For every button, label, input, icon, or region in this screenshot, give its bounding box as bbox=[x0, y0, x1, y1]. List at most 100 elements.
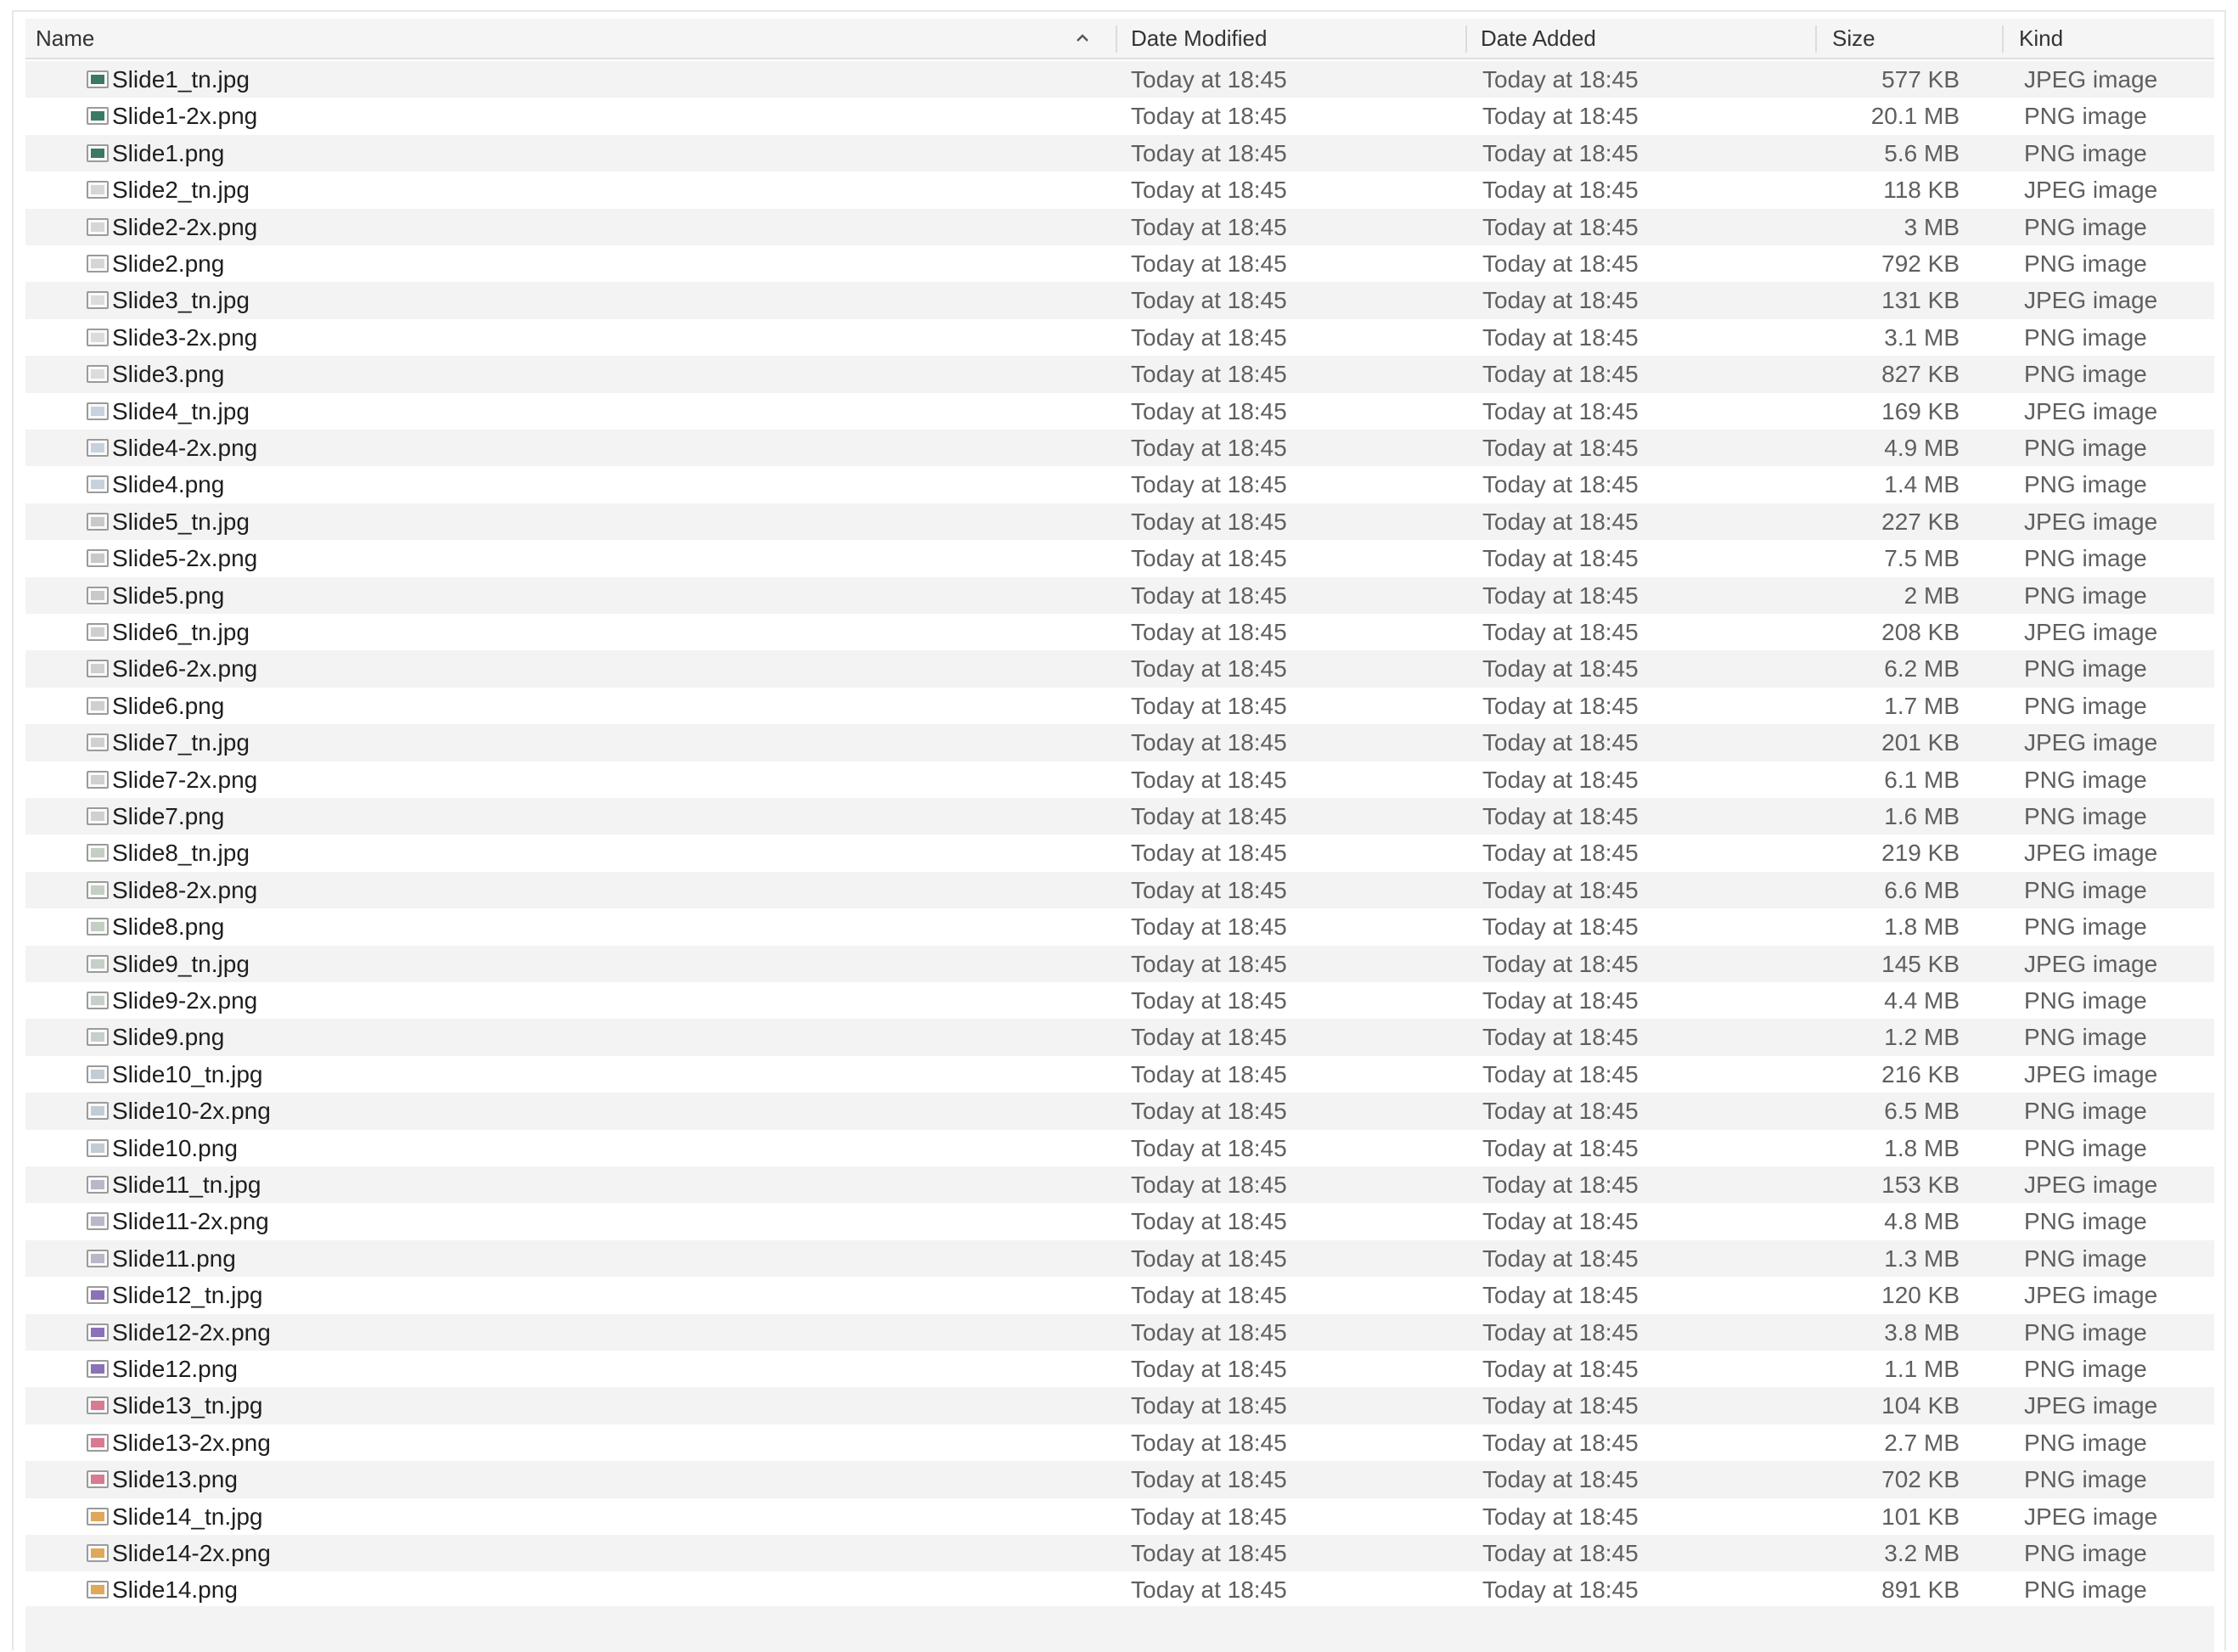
file-row[interactable]: Slide11-2x.png Today at 18:45 Today at 18:… bbox=[25, 1203, 2214, 1240]
file-row[interactable]: Slide10-2x.png Today at 18:45 Today at 18:… bbox=[25, 1093, 2214, 1130]
file-row[interactable]: Slide13-2x.png Today at 18:45 Today at 18:… bbox=[25, 1424, 2214, 1462]
file-size: 3.8 MB bbox=[1884, 1318, 1960, 1346]
file-row[interactable]: Slide3-2x.png Today at 18:45 Today at 18:4… bbox=[25, 318, 2214, 357]
file-size: 6.2 MB bbox=[1884, 655, 1960, 683]
file-name: Slide7-2x.png bbox=[112, 766, 258, 793]
image-file-icon bbox=[87, 1176, 109, 1194]
column-header-name[interactable]: Name bbox=[25, 19, 1116, 58]
file-row[interactable]: Slide9-2x.png Today at 18:45 Today at 18:4… bbox=[25, 982, 2214, 1020]
file-date-added: Today at 18:45 bbox=[1482, 103, 1639, 130]
file-row[interactable]: Slide2-2x.png Today at 18:45 Today at 18:4… bbox=[25, 208, 2214, 245]
file-row[interactable]: Slide1_tn.jpg Today at 18:45 Today at 18:4… bbox=[25, 61, 2214, 98]
file-name: Slide6-2x.png bbox=[112, 655, 258, 683]
file-date-added: Today at 18:45 bbox=[1482, 876, 1639, 903]
image-file-icon bbox=[87, 1212, 109, 1231]
file-row[interactable]: Slide8.png Today at 18:45 Today at 18:45 1.… bbox=[25, 908, 2214, 946]
file-row[interactable]: Slide9_tn.jpg Today at 18:45 Today at 18:4… bbox=[25, 945, 2214, 982]
file-row[interactable]: Slide10.png Today at 18:45 Today at 18:45 1… bbox=[25, 1129, 2214, 1166]
file-date-modified: Today at 18:45 bbox=[1131, 803, 1287, 829]
file-date-added: Today at 18:45 bbox=[1482, 1429, 1639, 1456]
file-row[interactable]: Slide12.png Today at 18:45 Today at 18:45 1… bbox=[25, 1351, 2214, 1388]
file-size: 4.4 MB bbox=[1884, 987, 1960, 1014]
file-row[interactable]: Slide8_tn.jpg Today at 18:45 Today at 18:4… bbox=[25, 834, 2214, 872]
image-file-icon bbox=[87, 1433, 109, 1452]
file-row[interactable]: Slide6-2x.png Today at 18:45 Today at 18:4… bbox=[25, 650, 2214, 688]
file-row[interactable]: Slide1-2x.png Today at 18:45 Today at 18:4… bbox=[25, 98, 2214, 135]
file-date-modified: Today at 18:45 bbox=[1131, 840, 1287, 867]
file-name: Slide4-2x.png bbox=[112, 435, 258, 461]
file-size: 101 KB bbox=[1881, 1503, 1960, 1530]
file-row[interactable]: Slide12-2x.png Today at 18:45 Today at 18:… bbox=[25, 1313, 2214, 1351]
file-thumbnail bbox=[91, 700, 104, 711]
file-date-added: Today at 18:45 bbox=[1482, 435, 1639, 461]
file-date-modified: Today at 18:45 bbox=[1131, 323, 1287, 351]
file-date-added: Today at 18:45 bbox=[1482, 177, 1639, 204]
file-row[interactable]: Slide6.png Today at 18:45 Today at 18:45 1.… bbox=[25, 687, 2214, 725]
file-row[interactable]: Slide4_tn.jpg Today at 18:45 Today at 18:4… bbox=[25, 392, 2214, 430]
file-name: Slide11-2x.png bbox=[112, 1208, 269, 1235]
file-row[interactable]: Slide13.png Today at 18:45 Today at 18:45 7… bbox=[25, 1461, 2214, 1498]
image-file-icon bbox=[87, 1323, 109, 1341]
file-name: Slide11.png bbox=[112, 1245, 236, 1272]
image-file-icon bbox=[87, 992, 109, 1009]
file-row[interactable]: Slide8-2x.png Today at 18:45 Today at 18:4… bbox=[25, 871, 2214, 909]
file-row[interactable]: Slide11_tn.jpg Today at 18:45 Today at 18:… bbox=[25, 1166, 2214, 1204]
file-row[interactable]: Slide7.png Today at 18:45 Today at 18:45 1.… bbox=[25, 798, 2214, 835]
file-date-modified: Today at 18:45 bbox=[1131, 1134, 1287, 1161]
file-date-added: Today at 18:45 bbox=[1482, 1060, 1639, 1087]
image-file-icon bbox=[87, 1544, 109, 1562]
file-row[interactable]: Slide5_tn.jpg Today at 18:45 Today at 18:4… bbox=[25, 503, 2214, 541]
file-name: Slide11_tn.jpg bbox=[112, 1172, 261, 1198]
file-thumbnail bbox=[91, 1511, 104, 1521]
file-thumbnail bbox=[91, 1327, 104, 1337]
column-header-date-modified[interactable]: Date Modified bbox=[1117, 19, 1465, 58]
file-row[interactable]: Slide3_tn.jpg Today at 18:45 Today at 18:4… bbox=[25, 282, 2214, 319]
file-row[interactable]: Slide9.png Today at 18:45 Today at 18:45 1.… bbox=[25, 1019, 2214, 1056]
file-row[interactable]: Slide14-2x.png Today at 18:45 Today at 18:… bbox=[25, 1535, 2214, 1572]
file-kind: PNG image bbox=[2024, 582, 2147, 609]
file-thumbnail bbox=[91, 222, 104, 232]
file-row[interactable]: Slide11.png Today at 18:45 Today at 18:45 1… bbox=[25, 1239, 2214, 1278]
file-row[interactable]: Slide13_tn.jpg Today at 18:45 Today at 18:… bbox=[25, 1387, 2214, 1424]
file-row[interactable]: Slide3.png Today at 18:45 Today at 18:45 82… bbox=[25, 356, 2214, 393]
file-name: Slide12_tn.jpg bbox=[112, 1282, 263, 1309]
image-file-icon bbox=[87, 1470, 109, 1489]
file-kind: PNG image bbox=[2024, 1540, 2147, 1566]
file-name: Slide9_tn.jpg bbox=[112, 950, 250, 977]
file-row[interactable]: Slide4.png Today at 18:45 Today at 18:45 1.… bbox=[25, 466, 2214, 503]
file-row[interactable]: Slide10_tn.jpg Today at 18:45 Today at 18:… bbox=[25, 1055, 2214, 1093]
file-row[interactable]: Slide14.png Today at 18:45 Today at 18:45 8… bbox=[25, 1571, 2214, 1609]
image-file-icon bbox=[87, 549, 109, 568]
file-date-modified: Today at 18:45 bbox=[1131, 397, 1287, 424]
file-size: 6.1 MB bbox=[1884, 766, 1960, 793]
file-row[interactable]: Slide7_tn.jpg Today at 18:45 Today at 18:4… bbox=[25, 724, 2214, 761]
file-date-modified: Today at 18:45 bbox=[1131, 766, 1287, 793]
file-row[interactable]: Slide6_tn.jpg Today at 18:45 Today at 18:4… bbox=[25, 614, 2214, 651]
file-row[interactable]: Slide4-2x.png Today at 18:45 Today at 18:4… bbox=[25, 430, 2214, 467]
file-kind: PNG image bbox=[2024, 361, 2147, 388]
file-row[interactable]: Slide1.png Today at 18:45 Today at 18:45 5.… bbox=[25, 134, 2214, 172]
column-header-date-added[interactable]: Date Added bbox=[1467, 19, 1815, 58]
file-row[interactable]: Slide5.png Today at 18:45 Today at 18:45 2 … bbox=[25, 576, 2214, 614]
file-row[interactable]: Slide12_tn.jpg Today at 18:45 Today at 18:… bbox=[25, 1277, 2214, 1314]
file-row[interactable]: Slide14_tn.jpg Today at 18:45 Today at 18:… bbox=[25, 1497, 2214, 1535]
file-date-modified: Today at 18:45 bbox=[1131, 177, 1287, 204]
file-name: Slide4.png bbox=[112, 471, 225, 498]
file-name: Slide9-2x.png bbox=[112, 987, 258, 1014]
file-row[interactable]: Slide7-2x.png Today at 18:45 Today at 18:4… bbox=[25, 761, 2214, 798]
image-file-icon bbox=[87, 1507, 109, 1526]
file-date-added: Today at 18:45 bbox=[1482, 766, 1639, 793]
file-row[interactable]: Slide2_tn.jpg Today at 18:45 Today at 18:4… bbox=[25, 171, 2214, 209]
chevron-up-icon[interactable] bbox=[1073, 29, 1092, 48]
file-row[interactable]: Slide2.png Today at 18:45 Today at 18:45 79… bbox=[25, 245, 2214, 283]
image-file-icon bbox=[87, 1581, 109, 1599]
file-row[interactable]: Slide5-2x.png Today at 18:45 Today at 18:4… bbox=[25, 540, 2214, 577]
image-file-icon bbox=[87, 954, 109, 973]
column-header-size[interactable]: Size bbox=[1817, 19, 2002, 58]
file-date-modified: Today at 18:45 bbox=[1131, 1098, 1287, 1125]
file-thumbnail bbox=[91, 1069, 104, 1079]
file-size: 1.8 MB bbox=[1884, 1134, 1960, 1161]
column-header-kind[interactable]: Kind bbox=[2004, 19, 2214, 58]
file-size: 1.6 MB bbox=[1884, 803, 1960, 829]
file-thumbnail bbox=[91, 848, 104, 858]
